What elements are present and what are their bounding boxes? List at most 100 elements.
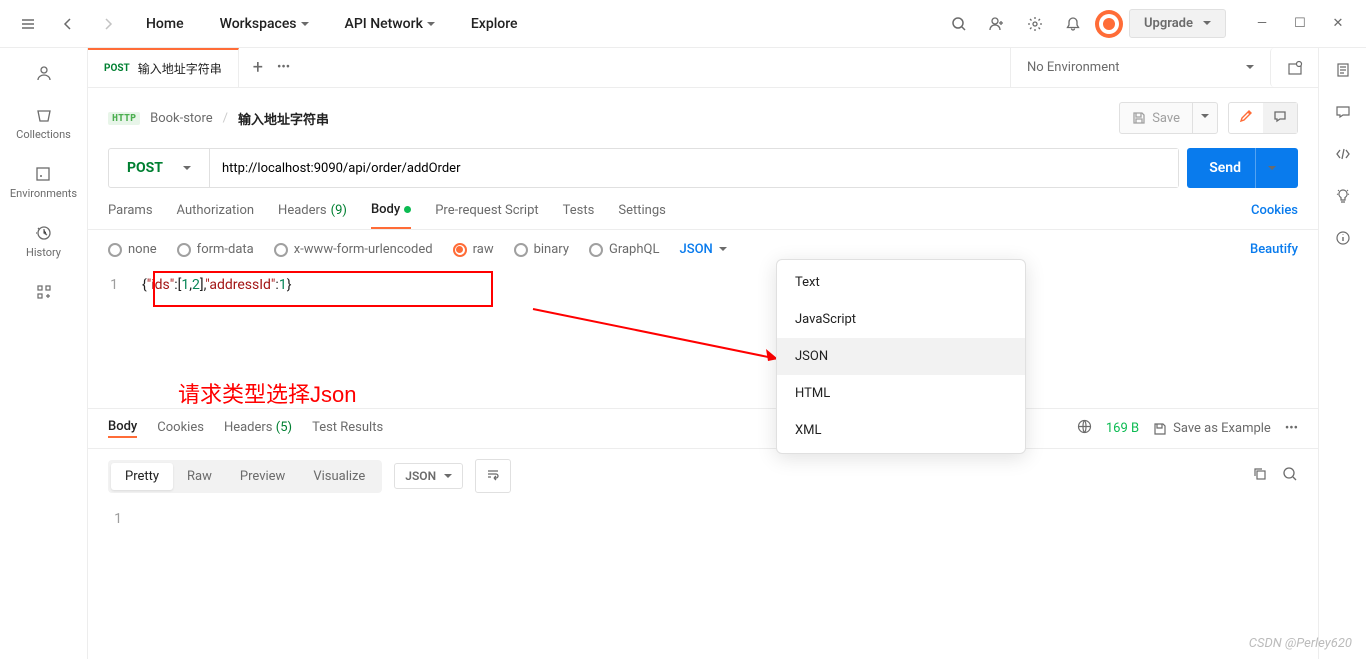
raw-type-dropdown: Text JavaScript JSON HTML XML <box>776 259 1026 454</box>
send-button[interactable]: Send <box>1187 148 1298 188</box>
beautify-button[interactable]: Beautify <box>1250 242 1298 257</box>
body-formdata[interactable]: form-data <box>177 242 254 257</box>
view-pretty[interactable]: Pretty <box>111 463 173 490</box>
upgrade-button[interactable]: Upgrade <box>1129 9 1226 38</box>
back-icon[interactable] <box>52 8 84 40</box>
dropdown-javascript[interactable]: JavaScript <box>777 301 1025 338</box>
tab-tests[interactable]: Tests <box>563 202 595 229</box>
save-button[interactable]: Save <box>1120 103 1192 133</box>
save-example[interactable]: Save as Example <box>1153 421 1271 436</box>
nav-workspaces[interactable]: Workspaces <box>206 0 323 48</box>
body-raw[interactable]: raw <box>453 242 494 257</box>
env-quicklook-icon[interactable] <box>1270 48 1318 87</box>
resp-cookies[interactable]: Cookies <box>157 420 204 437</box>
menu-icon[interactable] <box>12 8 44 40</box>
notifications-icon[interactable] <box>1057 8 1089 40</box>
info-icon[interactable] <box>1335 230 1351 250</box>
chevron-down-icon <box>1203 16 1211 31</box>
minimize-icon[interactable]: ― <box>1246 8 1278 40</box>
body-urlencoded-label: x-www-form-urlencoded <box>294 242 433 257</box>
raw-type-select[interactable]: JSON <box>679 242 726 257</box>
code-icon[interactable] <box>1335 146 1351 166</box>
response-format-select[interactable]: JSON <box>394 463 463 489</box>
chevron-down-icon <box>427 16 435 32</box>
raw-type-label: JSON <box>679 242 712 257</box>
search-response-icon[interactable] <box>1282 466 1298 486</box>
body-none[interactable]: none <box>108 242 157 257</box>
left-rail: Collections Environments History <box>0 48 88 659</box>
url-input[interactable] <box>210 149 1178 187</box>
method-label: POST <box>127 160 163 176</box>
body-binary[interactable]: binary <box>514 242 569 257</box>
view-preview[interactable]: Preview <box>226 463 299 490</box>
breadcrumb-sep: / <box>223 111 228 126</box>
comment-icon[interactable] <box>1263 103 1297 133</box>
resp-testresults[interactable]: Test Results <box>312 420 383 437</box>
tab-authorization[interactable]: Authorization <box>177 202 255 229</box>
nav-home[interactable]: Home <box>132 0 198 48</box>
settings-icon[interactable] <box>1019 8 1051 40</box>
environment-select[interactable]: No Environment <box>1010 48 1270 87</box>
rail-profile[interactable] <box>31 60 57 86</box>
dropdown-xml[interactable]: XML <box>777 412 1025 449</box>
rail-collections-label: Collections <box>16 128 71 141</box>
docs-icon[interactable] <box>1335 62 1351 82</box>
request-body-editor[interactable]: 1 {"ids":[1,2],"addressId":1} 请求类型选择Json… <box>88 269 1318 409</box>
invite-icon[interactable] <box>981 8 1013 40</box>
response-body: 1 <box>88 503 1318 535</box>
annotation-box-code <box>153 271 493 307</box>
forward-icon[interactable] <box>92 8 124 40</box>
dropdown-text[interactable]: Text <box>777 264 1025 301</box>
new-tab-icon[interactable]: + <box>253 57 263 78</box>
dot-indicator <box>404 206 411 213</box>
save-dropdown[interactable] <box>1192 103 1217 133</box>
tab-headers[interactable]: Headers (9) <box>278 202 347 229</box>
nav-explore[interactable]: Explore <box>457 0 532 48</box>
save-example-label: Save as Example <box>1173 421 1271 436</box>
rail-environments-label: Environments <box>10 187 77 200</box>
edit-icon[interactable] <box>1229 103 1263 133</box>
dropdown-html[interactable]: HTML <box>777 375 1025 412</box>
method-select[interactable]: POST <box>109 149 210 187</box>
save-label: Save <box>1152 111 1180 126</box>
tab-title: 输入地址字符串 <box>138 60 222 77</box>
body-binary-label: binary <box>534 242 569 257</box>
maximize-icon[interactable]: ☐ <box>1284 8 1316 40</box>
breadcrumb-collection[interactable]: Book-store <box>150 111 213 126</box>
view-visualize[interactable]: Visualize <box>299 463 379 490</box>
body-none-label: none <box>128 242 157 257</box>
tab-params[interactable]: Params <box>108 202 153 229</box>
copy-icon[interactable] <box>1252 466 1268 486</box>
avatar[interactable] <box>1095 10 1123 38</box>
close-icon[interactable]: ✕ <box>1322 8 1354 40</box>
bulb-icon[interactable] <box>1335 188 1351 208</box>
response-format-label: JSON <box>405 469 436 483</box>
rail-collections[interactable]: Collections <box>12 102 75 145</box>
tab-body[interactable]: Body <box>371 202 411 229</box>
tab-body-label: Body <box>371 202 400 217</box>
rail-history-label: History <box>26 246 61 259</box>
cookies-link[interactable]: Cookies <box>1251 202 1298 229</box>
headers-count: (9) <box>331 203 347 218</box>
request-tab[interactable]: POST 输入地址字符串 <box>88 48 239 87</box>
tab-settings[interactable]: Settings <box>618 202 665 229</box>
wrap-icon[interactable] <box>475 459 511 493</box>
tab-prerequest[interactable]: Pre-request Script <box>435 202 538 229</box>
comments-icon[interactable] <box>1335 104 1351 124</box>
resp-body[interactable]: Body <box>108 419 137 438</box>
body-urlencoded[interactable]: x-www-form-urlencoded <box>274 242 433 257</box>
nav-api-network[interactable]: API Network <box>331 0 449 48</box>
tab-options-icon[interactable]: ••• <box>277 60 290 75</box>
resp-headers[interactable]: Headers (5) <box>224 420 292 437</box>
rail-history[interactable]: History <box>22 220 65 263</box>
more-icon[interactable]: ••• <box>1285 421 1298 436</box>
line-number: 1 <box>88 277 138 293</box>
globe-icon[interactable] <box>1077 419 1092 438</box>
resp-headers-label: Headers <box>224 420 273 435</box>
view-raw[interactable]: Raw <box>173 463 226 490</box>
body-graphql[interactable]: GraphQL <box>589 242 659 257</box>
rail-more[interactable] <box>31 279 57 305</box>
rail-environments[interactable]: Environments <box>6 161 81 204</box>
search-icon[interactable] <box>943 8 975 40</box>
dropdown-json[interactable]: JSON <box>777 338 1025 375</box>
